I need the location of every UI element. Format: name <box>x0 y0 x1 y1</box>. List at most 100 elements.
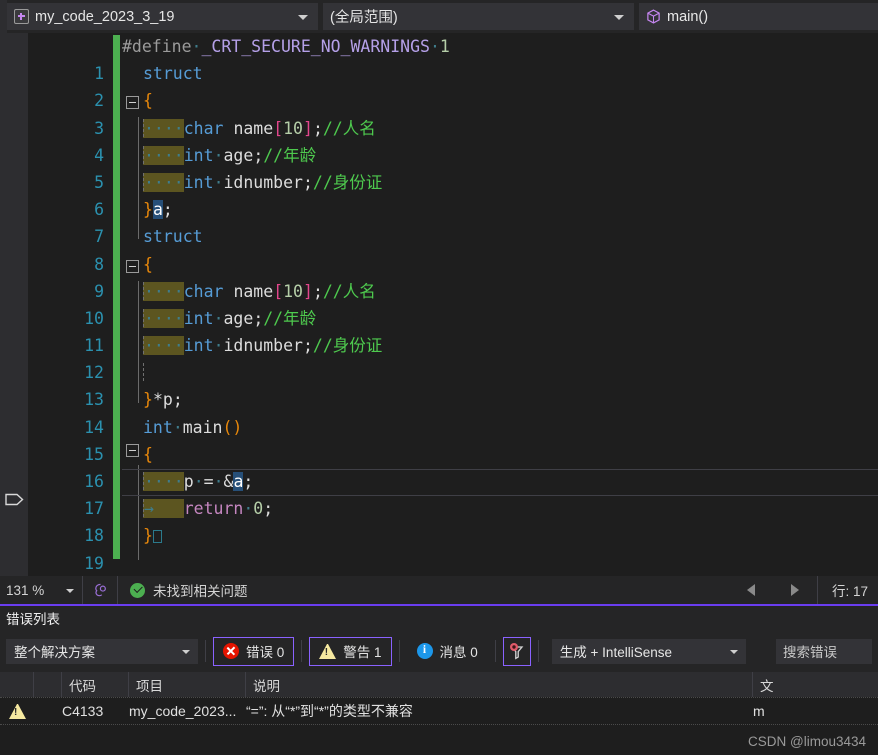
line-content: ····int·idnumber;//身份证 <box>143 172 383 192</box>
column-header-code[interactable]: 代码 <box>62 672 129 697</box>
line-number: 19 <box>84 553 104 573</box>
line-content: { <box>143 444 153 464</box>
code-line[interactable]: 12 ····int·idnumber;//身份证 <box>0 332 878 382</box>
search-errors-input[interactable]: 搜索错误 <box>776 638 872 664</box>
code-line[interactable]: 11 ····int·age;//年龄 <box>0 305 878 355</box>
project-dropdown[interactable]: my_code_2023_3_19 <box>7 3 318 30</box>
column-header-file[interactable]: 文 <box>753 672 878 697</box>
scope-filter-label: 整个解决方案 <box>14 645 95 660</box>
code-editor[interactable]: 1 #define·_CRT_SECURE_NO_WARNINGS·1 2 st… <box>0 33 878 576</box>
error-list-header-row: 代码 项目 说明 文 <box>0 672 878 697</box>
line-content: }*p; <box>143 390 183 410</box>
code-line-current[interactable]: 17 ····p·=·&a; <box>0 468 878 518</box>
code-line[interactable]: 10 ····char name[10];//人名 <box>0 278 878 328</box>
end-of-file-marker <box>152 530 162 544</box>
toolbar-divider <box>301 640 303 662</box>
code-lines-container: 1 #define·_CRT_SECURE_NO_WARNINGS·1 2 st… <box>0 33 878 576</box>
funnel-filter-icon <box>509 642 524 660</box>
brain-icon <box>94 583 106 596</box>
line-content: int·main() <box>143 417 243 437</box>
code-line[interactable]: 18 → return·0; <box>0 495 878 545</box>
scope-filter-dropdown[interactable]: 整个解决方案 <box>6 638 198 664</box>
warning-icon <box>8 703 26 719</box>
column-header-project[interactable]: 项目 <box>129 672 246 697</box>
error-list-panel: 错误列表 整个解决方案 错误 0 警告 1 消息 0 <box>0 604 878 755</box>
line-content: ····char name[10];//人名 <box>143 118 376 138</box>
table-row[interactable]: C4133 my_code_2023... “=”: 从“*”到“*”的类型不兼… <box>0 697 878 725</box>
toolbar-divider <box>537 640 539 662</box>
code-line[interactable]: 13 <box>0 359 878 409</box>
row-description: “=”: 从“*”到“*”的类型不兼容 <box>246 703 413 719</box>
toolbar-divider <box>205 640 206 662</box>
error-list-toolbar: 整个解决方案 错误 0 警告 1 消息 0 <box>0 632 878 670</box>
member-dropdown[interactable]: main() <box>639 3 878 30</box>
line-content: ····int·idnumber;//身份证 <box>143 336 383 356</box>
line-content: ····int·age;//年龄 <box>143 145 317 165</box>
error-count-label: 错误 0 <box>246 645 285 660</box>
zoom-level-dropdown[interactable]: 131 % <box>0 576 82 604</box>
chevron-down-icon <box>66 589 74 593</box>
prev-issue-icon[interactable] <box>746 584 755 596</box>
code-line[interactable]: 6 ····int·idnumber;//身份证 <box>0 169 878 219</box>
error-count-button[interactable]: 错误 0 <box>213 636 295 666</box>
line-content: ····char name[10];//人名 <box>143 281 376 301</box>
warning-count-label: 警告 1 <box>343 645 382 660</box>
line-content: { <box>143 254 153 274</box>
code-line[interactable]: 19 } <box>0 522 878 573</box>
column-header-description[interactable]: 说明 <box>246 672 753 697</box>
warning-icon <box>319 643 337 659</box>
row-file: m <box>753 703 765 719</box>
build-filter-dropdown[interactable]: 生成 + IntelliSense <box>551 638 746 664</box>
line-content <box>143 359 144 386</box>
scope-dropdown-label: (全局范围) <box>330 10 398 26</box>
line-content: { <box>143 91 153 111</box>
visual-studio-window: my_code_2023_3_19 (全局范围) main() 1 #defin… <box>0 0 878 755</box>
code-line[interactable]: 15 int·main() <box>0 414 878 464</box>
column-header-severity[interactable] <box>0 672 34 697</box>
scope-dropdown[interactable]: (全局范围) <box>323 3 634 30</box>
code-line[interactable]: 9 { <box>0 251 878 301</box>
code-line[interactable]: 4 ····char name[10];//人名 <box>0 115 878 165</box>
project-dropdown-label: my_code_2023_3_19 <box>35 8 175 25</box>
warning-count-button[interactable]: 警告 1 <box>309 636 392 666</box>
code-line[interactable]: 7 }a; <box>0 196 878 246</box>
column-header-blank[interactable] <box>34 672 62 697</box>
code-line[interactable]: 8 struct <box>0 223 878 273</box>
issue-navigation <box>729 584 817 596</box>
editor-navigation-bar: my_code_2023_3_19 (全局范围) main() <box>0 0 878 33</box>
issue-status: 未找到相关问题 <box>118 580 248 600</box>
zoom-level-label: 131 % <box>6 582 45 598</box>
code-line[interactable]: 14 }*p; <box>0 386 878 436</box>
row-blank-cell <box>34 697 62 725</box>
navbar-left-pad <box>0 0 7 33</box>
code-line[interactable]: 2 struct <box>0 60 878 110</box>
line-content: } <box>143 522 162 549</box>
editor-status-bar: 131 % 未找到相关问题 行: 17 <box>0 576 878 604</box>
line-content: }a; <box>143 200 173 220</box>
check-circle-icon <box>130 582 145 598</box>
row-code: C4133 <box>62 703 104 719</box>
line-content: #define·_CRT_SECURE_NO_WARNINGS·1 <box>122 37 450 56</box>
build-filter-label: 生成 + IntelliSense <box>559 645 672 660</box>
line-content: → return·0; <box>143 499 274 519</box>
line-content: struct <box>143 64 203 84</box>
cursor-line-indicator: 行: 17 <box>831 584 868 599</box>
intellisense-toggle-button[interactable] <box>83 576 117 604</box>
code-line[interactable]: 1 #define·_CRT_SECURE_NO_WARNINGS·1 <box>0 33 878 83</box>
message-count-button[interactable]: 消息 0 <box>407 637 488 666</box>
code-line[interactable]: 5 ····int·age;//年龄 <box>0 142 878 192</box>
cube-icon <box>646 9 661 24</box>
code-line[interactable]: 16 { <box>0 441 878 491</box>
toolbar-divider <box>494 640 496 662</box>
filter-button[interactable] <box>502 636 531 666</box>
row-project: my_code_2023... <box>129 703 237 719</box>
error-list-grid: 代码 项目 说明 文 C4133 my_code_2023... “=”: 从“… <box>0 672 878 755</box>
line-content: ····p·=·&a; <box>143 472 254 491</box>
chevron-down-icon <box>182 649 190 654</box>
code-line[interactable]: 3 { <box>0 87 878 137</box>
line-content: struct <box>143 227 203 247</box>
next-issue-icon[interactable] <box>790 584 799 596</box>
member-dropdown-label: main() <box>667 8 709 25</box>
row-severity-icon <box>0 697 34 725</box>
chevron-down-icon <box>614 14 624 20</box>
